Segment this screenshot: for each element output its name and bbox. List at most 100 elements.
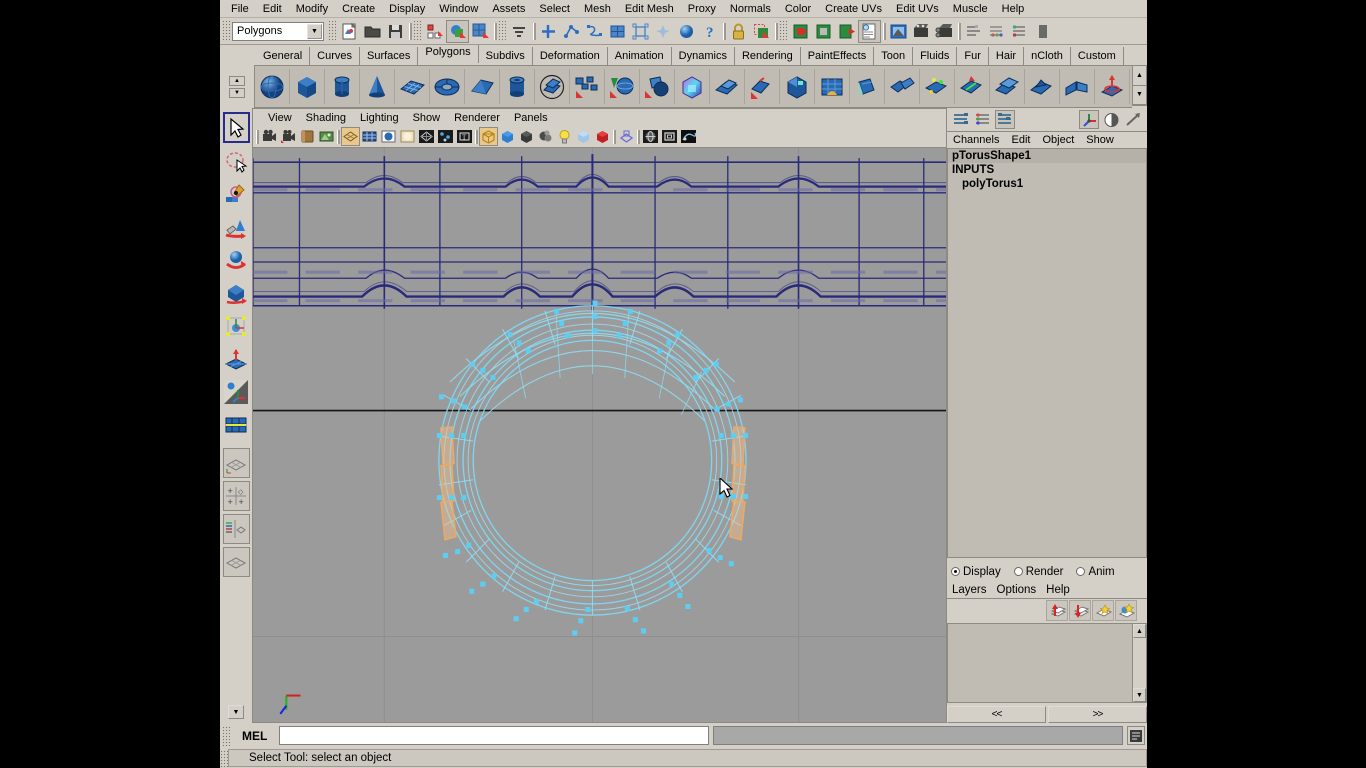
shelf-tab-toon[interactable]: Toon bbox=[874, 47, 914, 65]
poly-extrude-edge-icon[interactable] bbox=[745, 69, 780, 104]
hull-mask-icon[interactable] bbox=[606, 20, 629, 43]
lock-selection-icon[interactable] bbox=[727, 20, 750, 43]
poly-bevel-icon[interactable] bbox=[780, 69, 815, 104]
shelf-tab-deformation[interactable]: Deformation bbox=[533, 47, 608, 65]
smooth-shade-all-icon[interactable] bbox=[498, 127, 517, 146]
menu-edit-mesh[interactable]: Edit Mesh bbox=[618, 2, 681, 16]
status-line-drag-handle[interactable] bbox=[222, 20, 230, 42]
shelf-menu-down-button[interactable]: ▼ bbox=[229, 87, 245, 98]
lines-mask-icon[interactable] bbox=[560, 20, 583, 43]
surface-mask-icon[interactable] bbox=[652, 20, 675, 43]
arrow-icon[interactable] bbox=[1123, 110, 1143, 129]
film-origin-icon[interactable] bbox=[436, 127, 455, 146]
shelf-tab-rendering[interactable]: Rendering bbox=[735, 47, 801, 65]
rotate-tool[interactable] bbox=[223, 244, 250, 275]
scroll-up-icon[interactable]: ▲ bbox=[1133, 624, 1146, 638]
paint-selection-tool[interactable] bbox=[223, 178, 250, 209]
panel-menu-renderer[interactable]: Renderer bbox=[447, 112, 507, 124]
channel-menu-object[interactable]: Object bbox=[1036, 134, 1080, 146]
layer-list[interactable]: ▲ ▼ bbox=[947, 623, 1147, 703]
radio-display[interactable] bbox=[951, 567, 960, 576]
poly-extrude-face-icon[interactable] bbox=[710, 69, 745, 104]
shelf-tab-general[interactable]: General bbox=[256, 47, 311, 65]
shelf-tab-fluids[interactable]: Fluids bbox=[913, 47, 958, 65]
poly-helix-icon[interactable] bbox=[535, 69, 570, 104]
outliner-persp-layout[interactable] bbox=[222, 514, 250, 544]
menu-color[interactable]: Color bbox=[778, 2, 818, 16]
gate-mask-icon[interactable] bbox=[417, 127, 436, 146]
snap-to-points-icon[interactable] bbox=[835, 20, 858, 43]
poly-cone-icon[interactable] bbox=[360, 69, 395, 104]
poly-sculpt-geometry-icon[interactable] bbox=[1095, 69, 1130, 104]
poly-cylinder-icon[interactable] bbox=[325, 69, 360, 104]
attribute-editor-icon[interactable] bbox=[973, 110, 993, 129]
channel-menu-edit[interactable]: Edit bbox=[1005, 134, 1036, 146]
script-editor-icon[interactable] bbox=[1127, 726, 1145, 745]
new-layer-from-selected-icon[interactable] bbox=[1115, 600, 1137, 621]
single-perspective-layout[interactable] bbox=[222, 448, 250, 478]
show-manipulator-tool[interactable] bbox=[223, 376, 250, 407]
menu-muscle[interactable]: Muscle bbox=[946, 2, 995, 16]
poly-prism-icon[interactable] bbox=[465, 69, 500, 104]
scale-tool[interactable] bbox=[223, 277, 250, 308]
poly-cube-icon[interactable] bbox=[290, 69, 325, 104]
render-settings-icon[interactable] bbox=[933, 20, 956, 43]
select-by-object-type-icon[interactable] bbox=[446, 19, 469, 43]
poly-insert-edge-loop-icon[interactable] bbox=[955, 69, 990, 104]
soft-modification-tool[interactable] bbox=[223, 343, 250, 374]
menu-display[interactable]: Display bbox=[382, 2, 432, 16]
faces-mask-icon[interactable] bbox=[583, 20, 606, 43]
poly-plane-icon[interactable] bbox=[395, 69, 430, 104]
toolbar-drag-handle-1[interactable] bbox=[328, 20, 336, 42]
shelf-scroll-down-button[interactable]: ▼ bbox=[1133, 86, 1146, 105]
poly-sphere-icon[interactable] bbox=[255, 69, 290, 104]
shelf-tab-animation[interactable]: Animation bbox=[608, 47, 672, 65]
lasso-select-tool[interactable] bbox=[223, 145, 250, 176]
new-scene-icon[interactable] bbox=[338, 20, 361, 43]
safe-action-icon[interactable]: T bbox=[455, 127, 474, 146]
grid-toggle-icon[interactable] bbox=[360, 127, 379, 146]
use-all-lights-icon[interactable] bbox=[593, 127, 612, 146]
viewport-canvas[interactable]: y x z top bbox=[252, 147, 947, 723]
poly-append-polygon-icon[interactable] bbox=[850, 69, 885, 104]
shelf-menu-up-button[interactable]: ▲ bbox=[229, 75, 245, 86]
new-layer-icon[interactable] bbox=[1092, 600, 1114, 621]
poly-separate-icon[interactable] bbox=[605, 69, 640, 104]
ipr-render-icon[interactable] bbox=[910, 20, 933, 43]
menu-edit[interactable]: Edit bbox=[256, 2, 289, 16]
highlight-selection-icon[interactable] bbox=[750, 20, 773, 43]
scroll-down-icon[interactable]: ▼ bbox=[1133, 688, 1146, 702]
shading-sphere-icon[interactable] bbox=[1101, 110, 1121, 129]
shelf-tab-fur[interactable]: Fur bbox=[957, 47, 989, 65]
layer-menu-help[interactable]: Help bbox=[1041, 584, 1075, 596]
panel-menu-view[interactable]: View bbox=[261, 112, 299, 124]
menu-create-uvs[interactable]: Create UVs bbox=[818, 2, 889, 16]
select-tool[interactable] bbox=[222, 112, 250, 143]
menu-mesh[interactable]: Mesh bbox=[577, 2, 618, 16]
scroll-right-button[interactable]: >> bbox=[1048, 706, 1147, 723]
move-tool[interactable] bbox=[223, 211, 250, 242]
shelf-tab-dynamics[interactable]: Dynamics bbox=[672, 47, 735, 65]
poly-booleans-icon[interactable] bbox=[640, 69, 675, 104]
toolbar-drag-handle-2[interactable] bbox=[413, 20, 421, 42]
channel-box-input-node[interactable]: polyTorus1 bbox=[948, 177, 1146, 191]
layer-list-scrollbar[interactable]: ▲ ▼ bbox=[1132, 624, 1146, 702]
hypergraph-layout[interactable] bbox=[222, 547, 250, 577]
move-layer-up-icon[interactable] bbox=[1046, 600, 1068, 621]
poly-smooth-proxy-icon[interactable] bbox=[675, 69, 710, 104]
poly-torus-icon[interactable] bbox=[430, 69, 465, 104]
panel-menu-panels[interactable]: Panels bbox=[507, 112, 555, 124]
toolbar-overflow-icon[interactable] bbox=[1031, 20, 1054, 43]
menu-file[interactable]: File bbox=[224, 2, 256, 16]
channel-box-layer-editor-icon[interactable] bbox=[951, 110, 971, 129]
xray-icon[interactable] bbox=[641, 127, 660, 146]
menu-window[interactable]: Window bbox=[432, 2, 485, 16]
shelf-tab-subdivs[interactable]: Subdivs bbox=[479, 47, 533, 65]
two-d-pan-zoom-icon[interactable] bbox=[341, 127, 360, 146]
shelf-tab-ncloth[interactable]: nCloth bbox=[1024, 47, 1071, 65]
command-language-label[interactable]: MEL bbox=[234, 729, 275, 743]
select-by-component-type-icon[interactable] bbox=[469, 20, 492, 43]
shelf-tab-painteffects[interactable]: PaintEffects bbox=[801, 47, 875, 65]
menu-proxy[interactable]: Proxy bbox=[681, 2, 723, 16]
shelf-tab-curves[interactable]: Curves bbox=[310, 47, 360, 65]
